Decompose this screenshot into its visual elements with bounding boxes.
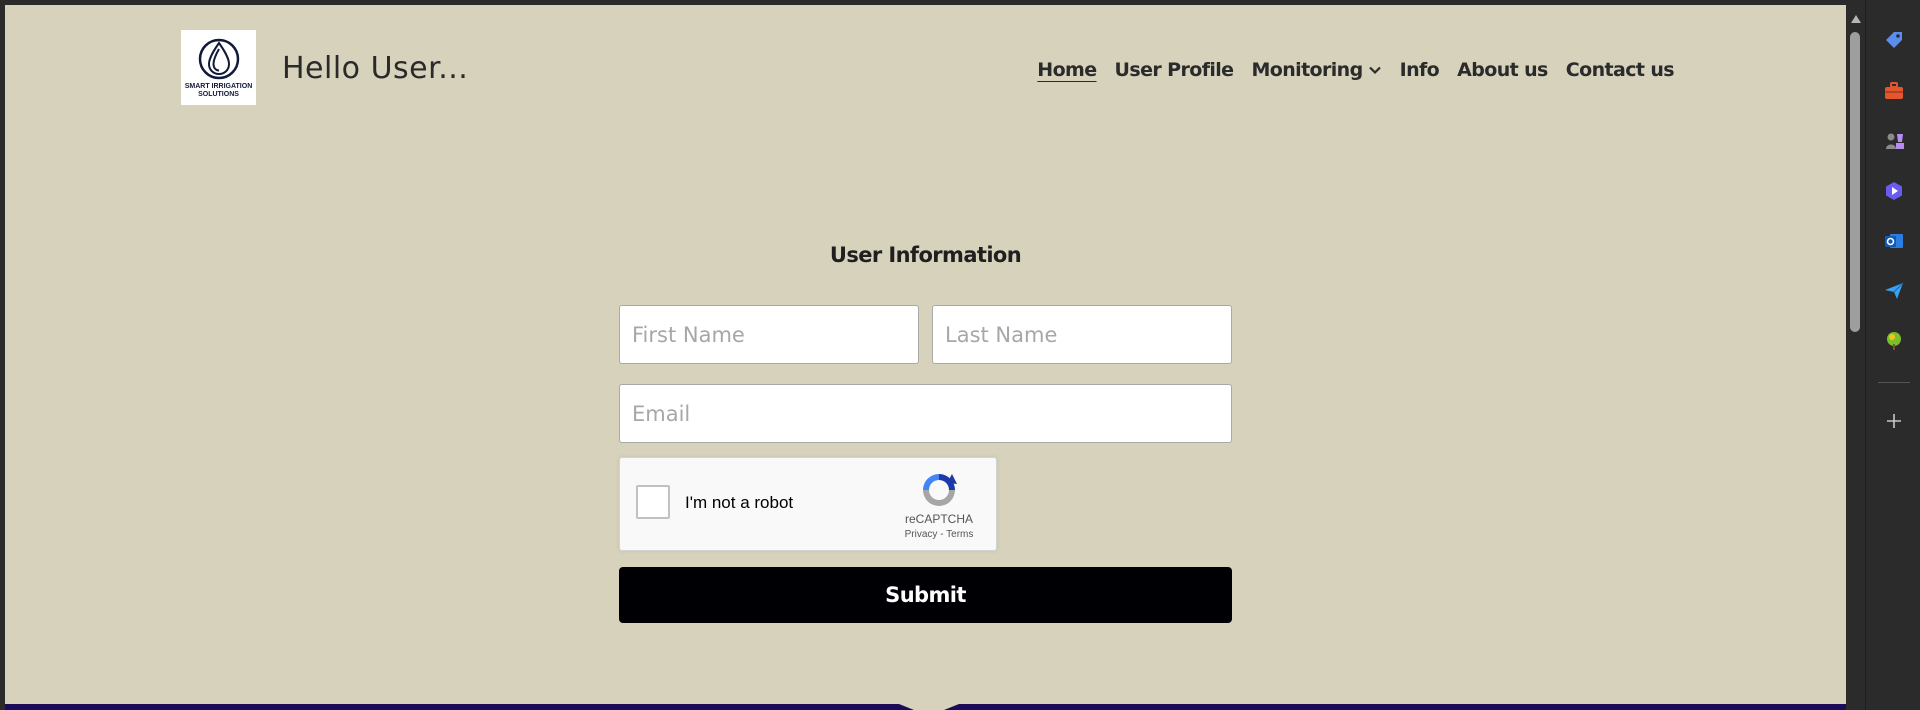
nav-contact-us[interactable]: Contact us <box>1566 59 1675 81</box>
outlook-icon[interactable] <box>1881 228 1907 254</box>
copilot-icon[interactable] <box>1881 178 1907 204</box>
recaptcha-checkbox[interactable] <box>636 485 670 519</box>
recaptcha-icon <box>923 474 957 506</box>
browser-side-rail <box>1865 0 1920 710</box>
nav-monitoring[interactable]: Monitoring <box>1251 59 1381 81</box>
recaptcha-link-separator: - <box>940 529 944 540</box>
scroll-up-arrow-icon[interactable] <box>1851 15 1861 23</box>
last-name-field[interactable] <box>932 305 1232 364</box>
recaptcha-logo: reCAPTCHA Privacy - Terms <box>894 470 984 540</box>
water-drop-logo-icon <box>198 38 239 80</box>
submit-button[interactable]: Submit <box>619 567 1232 623</box>
add-icon[interactable] <box>1881 408 1907 434</box>
briefcase-icon[interactable] <box>1881 78 1907 104</box>
send-icon[interactable] <box>1881 278 1907 304</box>
nav-home[interactable]: Home <box>1037 59 1097 81</box>
chess-icon[interactable] <box>1881 128 1907 154</box>
recaptcha-label: I'm not a robot <box>685 493 794 512</box>
email-field[interactable] <box>619 384 1232 443</box>
logo-text: SMART IRRIGATION SOLUTIONS <box>184 83 253 98</box>
recaptcha-brand: reCAPTCHA <box>904 512 973 526</box>
nav-monitoring-label: Monitoring <box>1251 59 1363 81</box>
main-nav: Home User Profile Monitoring Info About … <box>1037 59 1674 81</box>
rail-divider <box>1878 382 1910 383</box>
chevron-down-icon <box>1368 66 1381 75</box>
form-title: User Information <box>829 243 1022 267</box>
recaptcha-widget: I'm not a robot reCAPTCHA Privacy - Term… <box>619 457 997 551</box>
first-name-field[interactable] <box>619 305 919 364</box>
recaptcha-terms-link[interactable]: Terms <box>946 529 973 540</box>
nav-user-profile[interactable]: User Profile <box>1115 59 1235 81</box>
tree-icon[interactable] <box>1881 328 1907 354</box>
scroll-thumb[interactable] <box>1850 32 1860 332</box>
tag-icon[interactable] <box>1881 27 1907 53</box>
nav-info[interactable]: Info <box>1400 59 1440 81</box>
greeting-title: Hello User... <box>282 51 469 86</box>
vertical-scrollbar[interactable] <box>1846 5 1865 710</box>
recaptcha-links: Privacy - Terms <box>894 529 984 540</box>
company-logo[interactable]: SMART IRRIGATION SOLUTIONS <box>181 30 256 105</box>
nav-about-us[interactable]: About us <box>1457 59 1548 81</box>
recaptcha-privacy-link[interactable]: Privacy <box>905 529 938 540</box>
web-page: SMART IRRIGATION SOLUTIONS Hello User...… <box>5 5 1846 710</box>
